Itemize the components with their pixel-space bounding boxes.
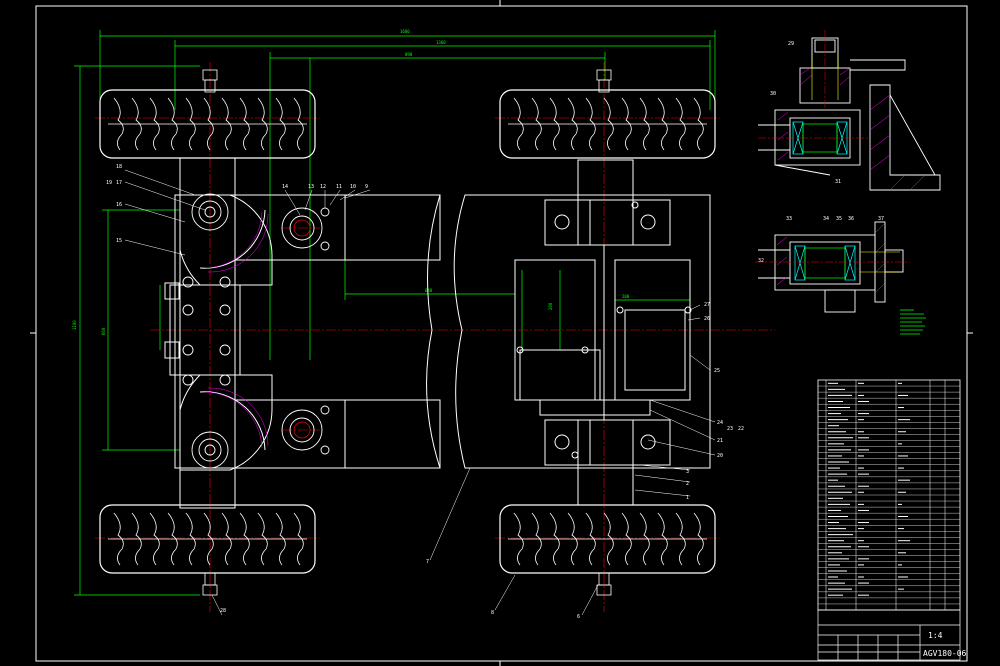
wheel-treads xyxy=(108,97,707,566)
drive-unit xyxy=(514,159,692,506)
hub-red-bore xyxy=(293,219,311,439)
svg-text:27: 27 xyxy=(704,302,710,308)
svg-text:12: 12 xyxy=(320,184,326,190)
svg-text:200: 200 xyxy=(622,294,630,299)
svg-text:13: 13 xyxy=(308,184,314,190)
svg-text:21: 21 xyxy=(717,438,723,444)
svg-text:280: 280 xyxy=(548,302,553,310)
svg-text:1: 1 xyxy=(686,495,689,501)
svg-text:32: 32 xyxy=(758,258,764,264)
svg-text:6: 6 xyxy=(577,614,580,620)
section-view-b-green xyxy=(804,247,846,279)
technical-notes xyxy=(900,309,926,335)
svg-text:37: 37 xyxy=(878,216,884,222)
svg-text:26: 26 xyxy=(704,316,710,322)
svg-text:35: 35 xyxy=(836,216,842,222)
svg-text:11: 11 xyxy=(336,184,342,190)
section-view-a-labels: 29 30 31 xyxy=(770,41,841,185)
parts-list-table xyxy=(817,379,961,611)
svg-text:2: 2 xyxy=(686,481,689,487)
section-view-b-bearing xyxy=(794,245,856,281)
svg-text:17: 17 xyxy=(116,180,122,186)
centerlines xyxy=(95,62,775,612)
svg-text:16: 16 xyxy=(116,202,122,208)
hubs xyxy=(182,193,330,469)
svg-text:890: 890 xyxy=(405,52,413,57)
section-view-b-thread xyxy=(860,251,900,273)
drawing-number: AGV180-06 xyxy=(923,649,967,658)
section-view-b-hatch xyxy=(776,223,885,293)
cad-drawing: 1680 1360 890 1100 660 640 280 200 18 19… xyxy=(30,0,973,666)
svg-text:660: 660 xyxy=(101,327,106,335)
axle-nuts xyxy=(202,69,612,596)
svg-text:22: 22 xyxy=(738,426,744,432)
svg-text:18: 18 xyxy=(116,164,122,170)
svg-text:28: 28 xyxy=(220,608,226,614)
svg-text:15: 15 xyxy=(116,238,122,244)
chassis-frame xyxy=(164,157,711,509)
svg-text:3: 3 xyxy=(686,469,689,475)
svg-text:8: 8 xyxy=(491,610,494,616)
svg-text:24: 24 xyxy=(717,420,723,426)
svg-text:19: 19 xyxy=(106,180,112,186)
svg-text:31: 31 xyxy=(835,179,841,185)
svg-text:1100: 1100 xyxy=(72,320,77,330)
svg-text:9: 9 xyxy=(365,184,368,190)
svg-text:1680: 1680 xyxy=(400,29,410,34)
section-view-b-labels: 33 34 35 36 37 32 xyxy=(758,216,884,264)
svg-text:640: 640 xyxy=(425,288,433,293)
svg-text:7: 7 xyxy=(426,559,429,565)
scale-text: 1:4 xyxy=(928,631,943,640)
svg-text:20: 20 xyxy=(717,453,723,459)
svg-text:10: 10 xyxy=(350,184,356,190)
svg-text:33: 33 xyxy=(786,216,792,222)
svg-text:36: 36 xyxy=(848,216,854,222)
svg-text:30: 30 xyxy=(770,91,776,97)
svg-text:1360: 1360 xyxy=(436,40,446,45)
dimension-values: 1680 1360 890 1100 660 640 280 200 xyxy=(72,29,630,335)
svg-text:23: 23 xyxy=(727,426,733,432)
svg-text:25: 25 xyxy=(714,368,720,374)
svg-text:34: 34 xyxy=(823,216,829,222)
svg-text:14: 14 xyxy=(282,184,288,190)
svg-text:29: 29 xyxy=(788,41,794,47)
